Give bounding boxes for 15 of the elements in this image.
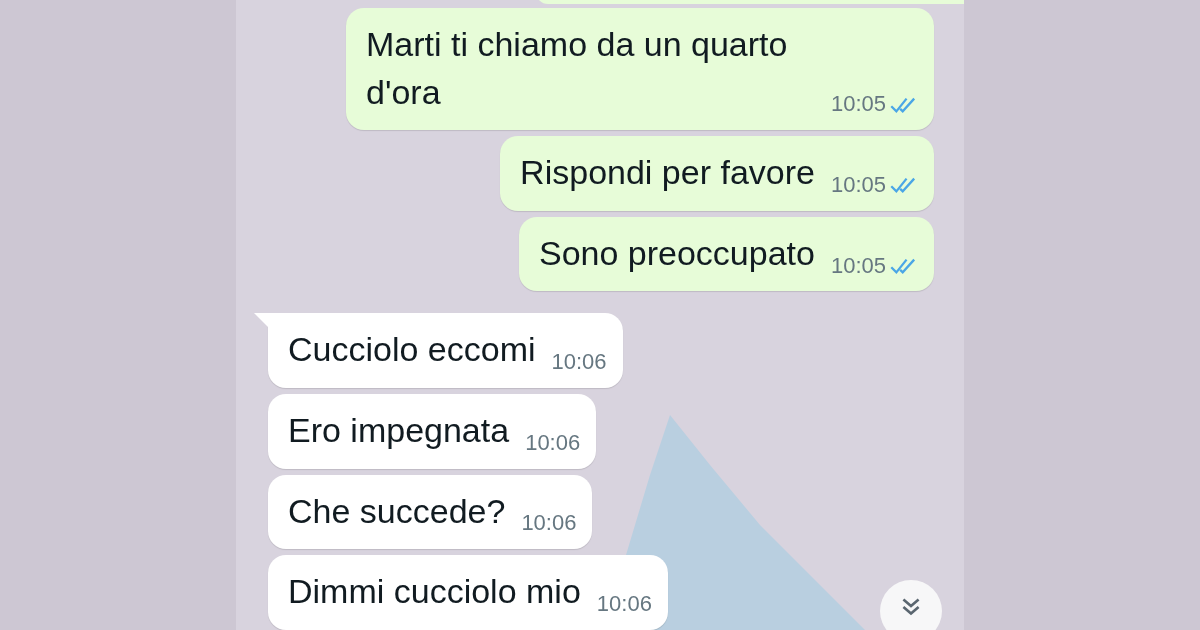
message-text: Rispondi per favore — [520, 152, 815, 194]
scroll-down-button[interactable] — [880, 580, 942, 630]
message-time: 10:05 — [830, 90, 886, 119]
message-text: Ero impegnata — [288, 409, 510, 451]
message-text: Che succede? — [288, 490, 506, 532]
message-time: 10:06 — [525, 428, 581, 457]
message-time: 10:05 — [830, 251, 886, 280]
message-text: Marti ti chiamo da un quarto d'ora — [366, 24, 789, 113]
message-time: 10:05 — [830, 171, 886, 199]
message-time: 10:06 — [596, 589, 652, 618]
message-text: Sono preoccupato — [538, 232, 815, 274]
message-time: 10:06 — [551, 348, 607, 377]
message-text: Dimmi cucciolo mio — [288, 571, 581, 613]
message-text: Cucciolo eccomi — [288, 329, 536, 371]
message-time: 10:06 — [521, 509, 577, 538]
